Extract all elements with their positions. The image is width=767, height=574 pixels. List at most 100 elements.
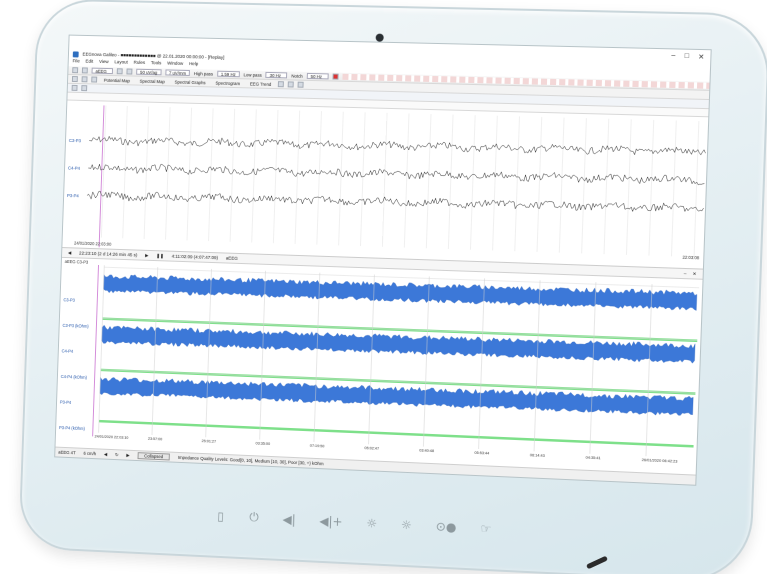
aeeg-label: C4-P4 (61, 348, 74, 354)
record-icon[interactable] (332, 73, 339, 80)
aeeg-x-tick: 06:14:43 (529, 453, 545, 458)
next-icon[interactable]: ▶ (126, 452, 129, 458)
timebase-select[interactable]: 7 uV/mm (164, 69, 191, 76)
grid-line (559, 118, 564, 253)
camera-toggle-icon[interactable]: ⊙● (436, 519, 457, 534)
settings-icon[interactable] (297, 81, 305, 88)
spectrogram-button[interactable]: Spectrogram (212, 79, 243, 87)
forward-icon[interactable] (81, 67, 88, 74)
eeg-trace (88, 158, 705, 190)
aeeg-x-tick: 07:19:50 (309, 443, 325, 449)
pause-icon[interactable] (81, 76, 88, 83)
aeeg-pane[interactable]: aEEG C3-P3 C3-P3 C3-P3 (kOhm) C4-P4 C4-P… (55, 257, 703, 468)
menu-edit[interactable]: Edit (85, 59, 93, 67)
grid-line (339, 111, 345, 246)
montage-select[interactable]: aEEG (91, 67, 114, 75)
view-label: aEEG (225, 255, 238, 261)
spectral-map-button[interactable]: Spectral Map (137, 77, 168, 85)
grid-line (582, 118, 587, 253)
potential-map-button[interactable]: Potential Map (101, 76, 133, 84)
rewind-icon[interactable]: ◀ (68, 250, 72, 256)
eeg-channel-label: P3-P4 (66, 193, 79, 199)
eeg-trace-chart (62, 101, 710, 270)
grid-line (604, 119, 609, 254)
back-icon[interactable] (72, 67, 79, 74)
speed-label[interactable]: 6 cm/h (83, 451, 96, 456)
collapse-button[interactable]: Collapsed (137, 452, 171, 461)
grid-line (515, 116, 520, 251)
time-divider (534, 280, 540, 451)
volume-up-icon[interactable]: ◀|+ (319, 513, 343, 528)
grid-icon[interactable] (287, 81, 295, 88)
grid-line (537, 117, 542, 252)
aeeg-x-tick: 04:35:41 (585, 455, 601, 461)
grid-line (448, 115, 453, 249)
brightness-up-icon[interactable]: ☼ (401, 517, 412, 532)
refresh-icon[interactable]: ↻ (115, 452, 119, 458)
aeeg-x-tick: 05:53:44 (474, 450, 490, 456)
grid-line (694, 121, 699, 257)
notch-select[interactable]: 50 Hz (306, 72, 329, 80)
eeg-channel-label: C3-P3 (68, 137, 82, 144)
grid-line (470, 115, 475, 250)
grid-line (626, 119, 631, 255)
grid-line (123, 106, 128, 238)
notch-label: Notch (291, 73, 303, 79)
grid-line (403, 113, 409, 248)
aeeg-x-tick: 03:35:00 (255, 441, 271, 447)
eeg-trace (89, 131, 706, 162)
usb-icon: ▯ (217, 508, 225, 523)
layout-icon[interactable] (278, 81, 285, 88)
menu-view[interactable]: View (99, 59, 109, 67)
eeg-channel-label: C4-P4 (67, 165, 81, 171)
maximize-button[interactable]: □ (684, 53, 689, 61)
minimize-button[interactable]: – (671, 52, 675, 60)
volume-down-icon[interactable]: ◀| (282, 512, 296, 527)
power-icon[interactable]: ⏻ (249, 510, 259, 525)
play-icon[interactable] (71, 76, 78, 83)
touch-icon[interactable]: ☞ (480, 521, 491, 536)
eeg-trace-pane[interactable]: C3-P3 C4-P4 P3-P4 22:03:08 24/01/2020 22… (62, 100, 710, 270)
tablet-device: – □ ✕ EEGnova Galileo - ■■■■■■■■■■■■■ @ … (18, 0, 767, 574)
stage: – □ ✕ EEGnova Galileo - ■■■■■■■■■■■■■ @ … (0, 0, 767, 574)
grid-line (317, 111, 322, 244)
duration-readout: 4:11:02:09 (4:07:47:09) (171, 253, 219, 261)
spectral-graphs-button[interactable]: Spectral Graphs (172, 78, 209, 86)
eeg-trace (87, 186, 703, 219)
aeeg-x-tick: 03:40:48 (419, 448, 435, 454)
mode-label: aEEG 4T (58, 449, 76, 456)
eeg-trend-button[interactable]: EEG Trend (247, 80, 275, 88)
play-button[interactable]: ▶ (145, 252, 149, 258)
filter-icon[interactable] (81, 85, 88, 92)
pane-minimize-button[interactable]: – (684, 270, 687, 276)
grid-line (671, 121, 676, 257)
lowpass-select[interactable]: 30 Hz (265, 71, 288, 79)
close-button[interactable]: ✕ (698, 53, 704, 61)
zoom-out-icon[interactable] (126, 68, 133, 75)
menu-help[interactable]: Help (189, 61, 198, 69)
aeeg-header: aEEG C3-P3 (64, 258, 89, 265)
aeeg-x-tick: 23:57:00 (147, 436, 163, 442)
impedance-line (98, 419, 694, 448)
aeeg-label: P3-P4 (kOhm) (58, 425, 86, 432)
grid-line (360, 112, 366, 247)
highpass-select[interactable]: 1.59 Hz (216, 70, 240, 78)
pane-close-button[interactable]: ✕ (692, 271, 697, 277)
grid-line (295, 111, 300, 244)
sensitivity-select[interactable]: 50 uV/ag (136, 68, 162, 76)
time-divider (646, 284, 652, 456)
end-timecode: 22:03:08 (682, 254, 700, 261)
brightness-down-icon[interactable]: ☼ (366, 516, 377, 530)
pause-button[interactable]: ❚❚ (156, 253, 164, 259)
hardware-button-row: ▯ ⏻ ◀| ◀|+ ☼ ☼ ⊙● ☞ (215, 508, 491, 536)
time-cursor (93, 265, 99, 436)
menu-file[interactable]: File (72, 58, 80, 66)
annotation-icon[interactable] (71, 84, 78, 91)
grid-line (230, 109, 235, 242)
grid-line (649, 120, 654, 256)
lowpass-label: Low pass (243, 71, 262, 78)
prev-icon[interactable]: ◀ (104, 451, 107, 457)
zoom-in-icon[interactable] (116, 68, 123, 75)
menu-tools[interactable]: Tools (151, 60, 162, 68)
marker-icon[interactable] (91, 76, 98, 83)
